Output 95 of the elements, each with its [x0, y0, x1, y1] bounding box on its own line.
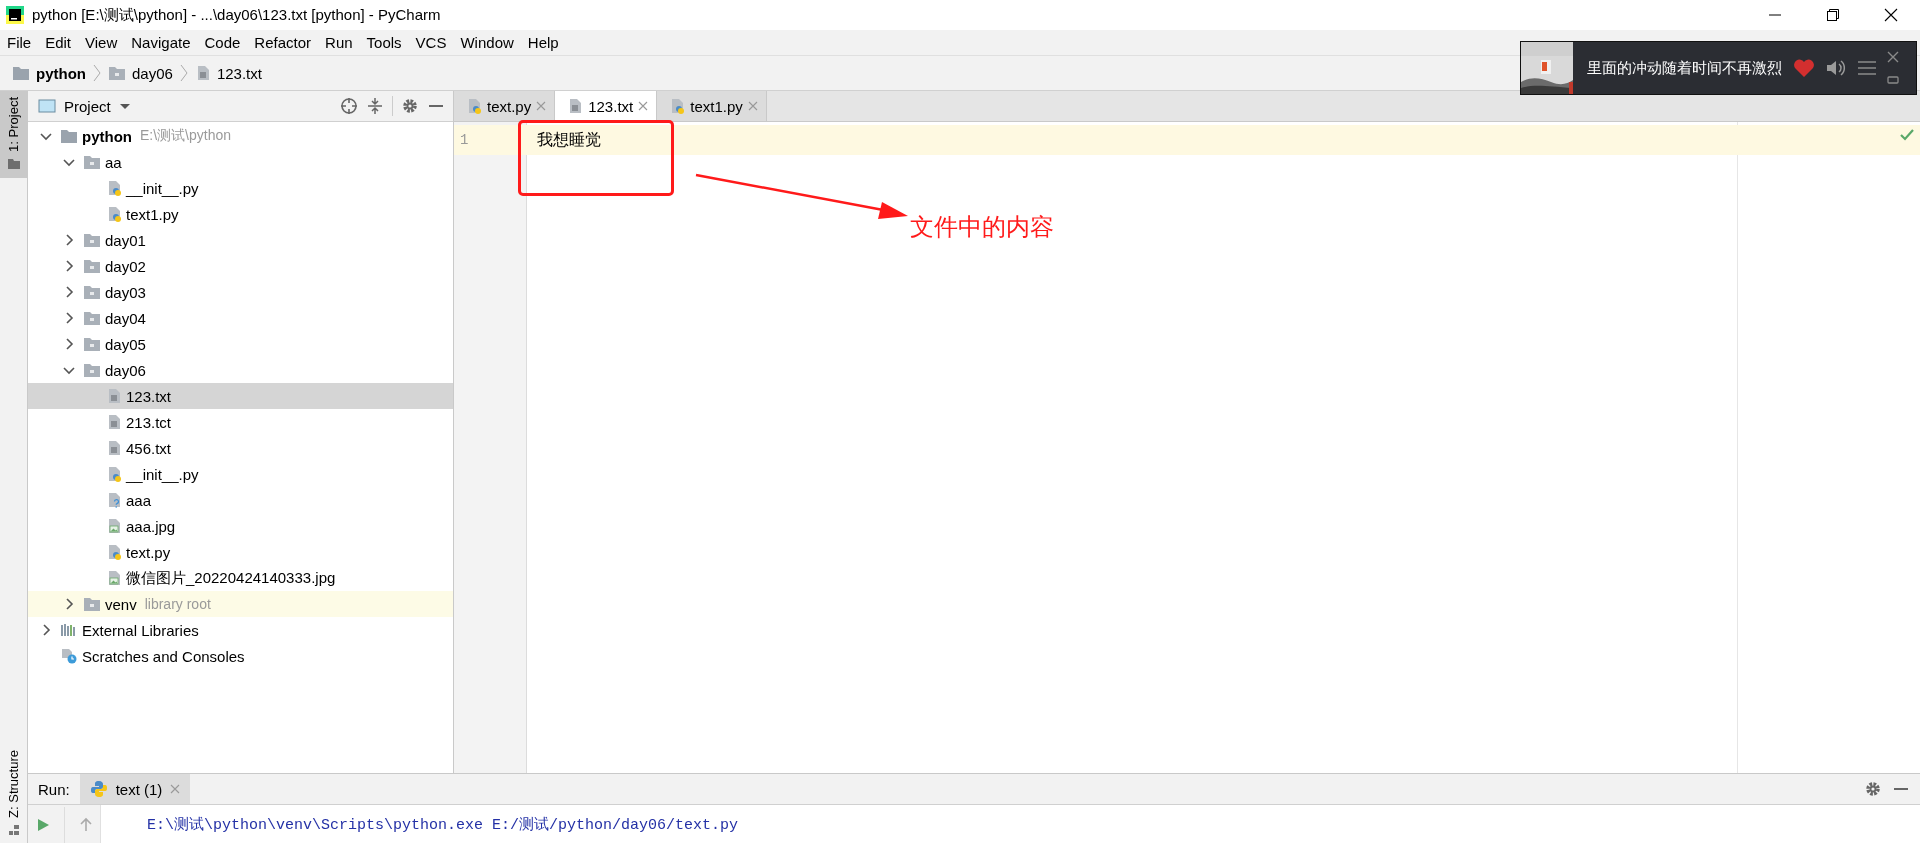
- folder-icon: [60, 128, 78, 144]
- menu-item[interactable]: Refactor: [254, 34, 312, 51]
- chevron-icon: [178, 63, 189, 83]
- tree-item[interactable]: 213.tct: [28, 409, 453, 435]
- folder-icon: [83, 284, 101, 300]
- text-file-icon: [106, 388, 122, 404]
- tree-item[interactable]: __init__.py: [28, 175, 453, 201]
- window-title: python [E:\测试\python] - ...\day06\123.txt [python] - PyCharm: [32, 5, 441, 25]
- playlist-icon[interactable]: [1857, 59, 1877, 77]
- folder-icon: [83, 336, 101, 352]
- text-file-icon: [106, 440, 122, 456]
- menu-item[interactable]: File: [7, 34, 32, 51]
- maximize-icon[interactable]: [1826, 8, 1840, 22]
- tree-item[interactable]: aa: [28, 149, 453, 175]
- tree-item[interactable]: 456.txt: [28, 435, 453, 461]
- python-file-icon: [466, 98, 482, 114]
- line-number: 1: [459, 132, 470, 148]
- volume-icon[interactable]: [1825, 58, 1847, 78]
- tree-item[interactable]: __init__.py: [28, 461, 453, 487]
- menu-item[interactable]: Edit: [45, 34, 72, 51]
- locate-icon[interactable]: [340, 97, 358, 115]
- libraries-icon: [60, 622, 78, 638]
- folder-icon: [83, 258, 101, 274]
- menu-item[interactable]: VCS: [415, 34, 447, 51]
- folder-icon: [83, 362, 101, 378]
- tree-item[interactable]: python E:\测试\python: [28, 123, 453, 149]
- tree-item[interactable]: day01: [28, 227, 453, 253]
- menu-item[interactable]: Run: [325, 34, 353, 51]
- menu-item[interactable]: Navigate: [131, 34, 191, 51]
- tree-item[interactable]: day02: [28, 253, 453, 279]
- text-file-icon: [567, 98, 584, 114]
- project-view-icon: [38, 98, 56, 114]
- tree-item[interactable]: 123.txt: [28, 383, 453, 409]
- python-file-icon: [669, 98, 686, 114]
- song-title: 里面的冲动随着时间不再激烈: [1586, 58, 1783, 78]
- settings-icon[interactable]: [401, 97, 419, 115]
- folder-icon: [83, 232, 101, 248]
- scratches-icon: [60, 648, 78, 664]
- tree-item[interactable]: day04: [28, 305, 453, 331]
- breadcrumb[interactable]: 123.txt: [216, 64, 262, 82]
- tree-item[interactable]: External Libraries: [28, 617, 453, 643]
- folder-icon: [83, 596, 101, 612]
- editor-tab[interactable]: text1.py: [657, 91, 767, 121]
- close-icon[interactable]: [1884, 8, 1898, 22]
- panel-title[interactable]: Project: [64, 97, 111, 115]
- folder-icon: [83, 310, 101, 326]
- chevron-icon: [92, 63, 102, 83]
- tree-item[interactable]: Scratches and Consoles: [28, 643, 453, 669]
- structure-icon: [7, 824, 20, 836]
- project-tool-tab[interactable]: 1: Project: [0, 91, 27, 178]
- python-file-icon: [106, 180, 122, 196]
- tree-item[interactable]: day06: [28, 357, 453, 383]
- path-hint: library root: [144, 596, 211, 612]
- console-output: E:\测试\python\venv\Scripts\python.exe E:/测试/python/day06/text.py: [146, 815, 739, 836]
- tree-item[interactable]: day03: [28, 279, 453, 305]
- menu-item[interactable]: Window: [460, 34, 514, 51]
- check-icon: [1900, 129, 1914, 141]
- breadcrumb[interactable]: python: [36, 64, 86, 82]
- app-logo-icon: [6, 6, 24, 24]
- image-file-icon: [106, 518, 122, 534]
- text-file-icon: [106, 414, 122, 430]
- tree-item[interactable]: aaa: [28, 487, 453, 513]
- tree-item[interactable]: aaa.jpg: [28, 513, 453, 539]
- breadcrumb[interactable]: day06: [132, 64, 173, 82]
- folder-icon: [12, 65, 30, 81]
- settings-icon[interactable]: [1864, 780, 1882, 798]
- folder-icon: [83, 154, 101, 170]
- menu-item[interactable]: Help: [527, 34, 559, 51]
- unknown-file-icon: [106, 492, 122, 508]
- run-label: Run:: [38, 780, 70, 798]
- code-line: 我想睡觉: [536, 129, 601, 151]
- python-file-icon: [106, 544, 122, 560]
- menu-item[interactable]: View: [85, 34, 118, 51]
- tree-item[interactable]: text1.py: [28, 201, 453, 227]
- folder-icon: [6, 157, 21, 170]
- editor-tab[interactable]: text.py: [454, 91, 556, 121]
- menu-item[interactable]: Tools: [366, 34, 402, 51]
- menu-item[interactable]: Code: [204, 34, 241, 51]
- run-tab[interactable]: text (1): [79, 774, 191, 804]
- annotation-label: 文件中的内容: [910, 212, 1054, 242]
- tree-item[interactable]: 微信图片_20220424140333.jpg: [28, 565, 453, 591]
- heart-icon[interactable]: [1793, 58, 1815, 78]
- tree-item[interactable]: venv library root: [28, 591, 453, 617]
- path-hint: E:\测试\python: [140, 127, 232, 145]
- structure-tool-tab[interactable]: Z: Structure: [0, 744, 27, 843]
- python-file-icon: [106, 206, 122, 222]
- python-file-icon: [106, 466, 122, 482]
- folder-icon: [108, 65, 126, 81]
- tree-item[interactable]: day05: [28, 331, 453, 357]
- editor-tab[interactable]: 123.txt: [555, 91, 658, 121]
- python-icon: [89, 780, 108, 798]
- image-file-icon: [106, 570, 122, 586]
- mini-mode-icon[interactable]: [1887, 75, 1899, 85]
- collapse-icon[interactable]: [366, 97, 384, 115]
- tree-item[interactable]: text.py: [28, 539, 453, 565]
